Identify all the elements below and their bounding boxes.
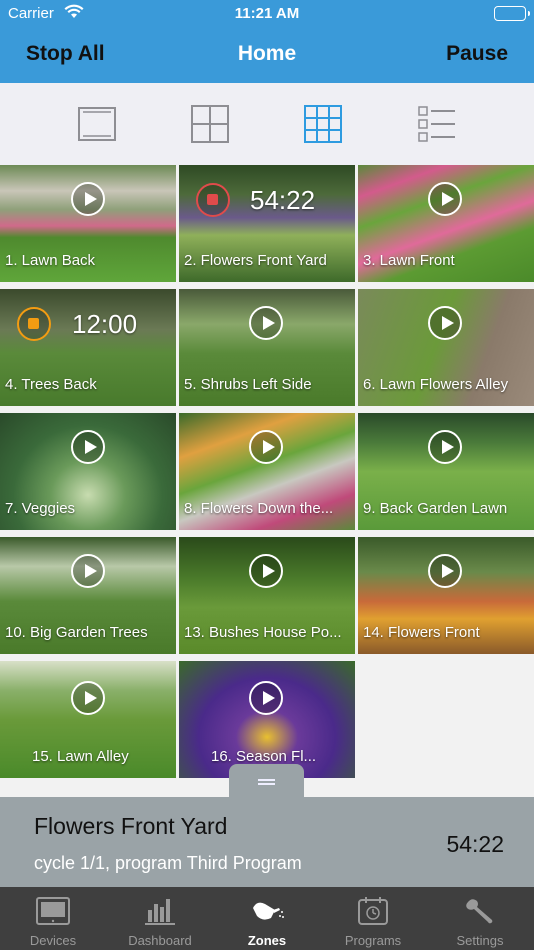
bar-chart-icon	[145, 899, 175, 925]
zone-tile[interactable]: 15. Lawn Alley	[0, 661, 176, 778]
grid-3x3-icon[interactable]	[304, 105, 342, 143]
stop-all-button[interactable]: Stop All	[26, 42, 105, 66]
play-icon[interactable]	[428, 554, 462, 588]
list-view-icon[interactable]	[418, 105, 456, 143]
running-zone-title: Flowers Front Yard	[34, 813, 228, 839]
tab-bar: Devices Dashboard Zones Programs Setting…	[0, 887, 534, 950]
zone-tile[interactable]: 3. Lawn Front	[358, 165, 534, 282]
zone-tile[interactable]: 12:00 4. Trees Back	[0, 289, 176, 406]
zone-label: 16. Season Fl...	[211, 748, 317, 765]
zone-tile[interactable]: 5. Shrubs Left Side	[179, 289, 355, 406]
zone-tile[interactable]: 10. Big Garden Trees	[0, 537, 176, 654]
zone-label: 7. Veggies	[5, 500, 76, 517]
zone-label: 6. Lawn Flowers Alley	[363, 376, 509, 393]
play-icon[interactable]	[428, 306, 462, 340]
play-icon[interactable]	[249, 306, 283, 340]
zone-tile[interactable]: 54:22 2. Flowers Front Yard	[179, 165, 355, 282]
stop-icon[interactable]	[196, 183, 230, 217]
top-header: Carrier 11:21 AM Stop All Home Pause	[0, 0, 534, 83]
tab-label: Devices	[29, 933, 77, 948]
play-icon[interactable]	[71, 430, 105, 464]
play-icon[interactable]	[249, 554, 283, 588]
zones-grid: 1. Lawn Back 54:22 2. Flowers Front Yard…	[0, 165, 534, 797]
stop-icon[interactable]	[17, 307, 51, 341]
running-timer: 54:22	[446, 831, 504, 857]
tab-zones[interactable]: Zones	[214, 887, 320, 950]
zone-tile[interactable]: 16. Season Fl...	[179, 661, 355, 778]
status-bar: Carrier 11:21 AM	[0, 0, 534, 28]
zone-label: 14. Flowers Front	[363, 624, 480, 641]
zone-tile[interactable]: 9. Back Garden Lawn	[358, 413, 534, 530]
panel-drag-handle[interactable]	[229, 764, 304, 798]
zone-label: 10. Big Garden Trees	[5, 624, 148, 641]
pause-button[interactable]: Pause	[446, 42, 508, 66]
tab-settings[interactable]: Settings	[427, 887, 533, 950]
zone-timer: 54:22	[250, 185, 316, 215]
tab-label: Dashboard	[128, 933, 192, 948]
calendar-clock-icon	[358, 897, 388, 925]
zone-label: 1. Lawn Back	[5, 252, 96, 269]
grid-2x2-icon[interactable]	[191, 105, 229, 143]
zone-tile[interactable]: 1. Lawn Back	[0, 165, 176, 282]
zone-tile[interactable]: 14. Flowers Front	[358, 537, 534, 654]
view-mode-bar	[0, 83, 534, 165]
tab-label: Zones	[247, 933, 287, 948]
play-icon[interactable]	[71, 681, 105, 715]
tab-devices[interactable]: Devices	[0, 887, 106, 950]
play-icon[interactable]	[249, 681, 283, 715]
play-icon[interactable]	[428, 182, 462, 216]
zone-label: 15. Lawn Alley	[32, 748, 129, 765]
play-icon[interactable]	[249, 430, 283, 464]
wrench-icon	[466, 899, 493, 924]
single-view-icon[interactable]	[78, 105, 116, 143]
page-title: Home	[237, 42, 297, 65]
tab-label: Programs	[344, 933, 402, 948]
play-icon[interactable]	[71, 182, 105, 216]
zone-tile[interactable]: 13. Bushes House Po...	[179, 537, 355, 654]
zone-tile[interactable]: 8. Flowers Down the...	[179, 413, 355, 530]
zone-label: 4. Trees Back	[5, 376, 97, 393]
tab-programs[interactable]: Programs	[320, 887, 426, 950]
zone-label: 5. Shrubs Left Side	[184, 376, 312, 393]
now-running-panel[interactable]: Flowers Front Yard cycle 1/1, program Th…	[0, 797, 534, 887]
watering-can-icon	[253, 902, 284, 920]
play-icon[interactable]	[428, 430, 462, 464]
zone-label: 8. Flowers Down the...	[184, 500, 334, 517]
zone-label: 3. Lawn Front	[363, 252, 455, 269]
zone-tile[interactable]: 6. Lawn Flowers Alley	[358, 289, 534, 406]
tab-label: Settings	[456, 933, 504, 948]
clock: 11:21 AM	[234, 5, 300, 22]
zone-tile[interactable]: 7. Veggies	[0, 413, 176, 530]
zone-timer: 12:00	[72, 309, 138, 339]
tab-dashboard[interactable]: Dashboard	[107, 887, 213, 950]
running-program-info: cycle 1/1, program Third Program	[34, 853, 302, 873]
zone-label: 2. Flowers Front Yard	[184, 252, 327, 269]
play-icon[interactable]	[71, 554, 105, 588]
device-icon	[36, 897, 70, 925]
battery-icon	[494, 6, 530, 21]
zone-label: 13. Bushes House Po...	[184, 624, 342, 641]
zone-label: 9. Back Garden Lawn	[363, 500, 508, 517]
